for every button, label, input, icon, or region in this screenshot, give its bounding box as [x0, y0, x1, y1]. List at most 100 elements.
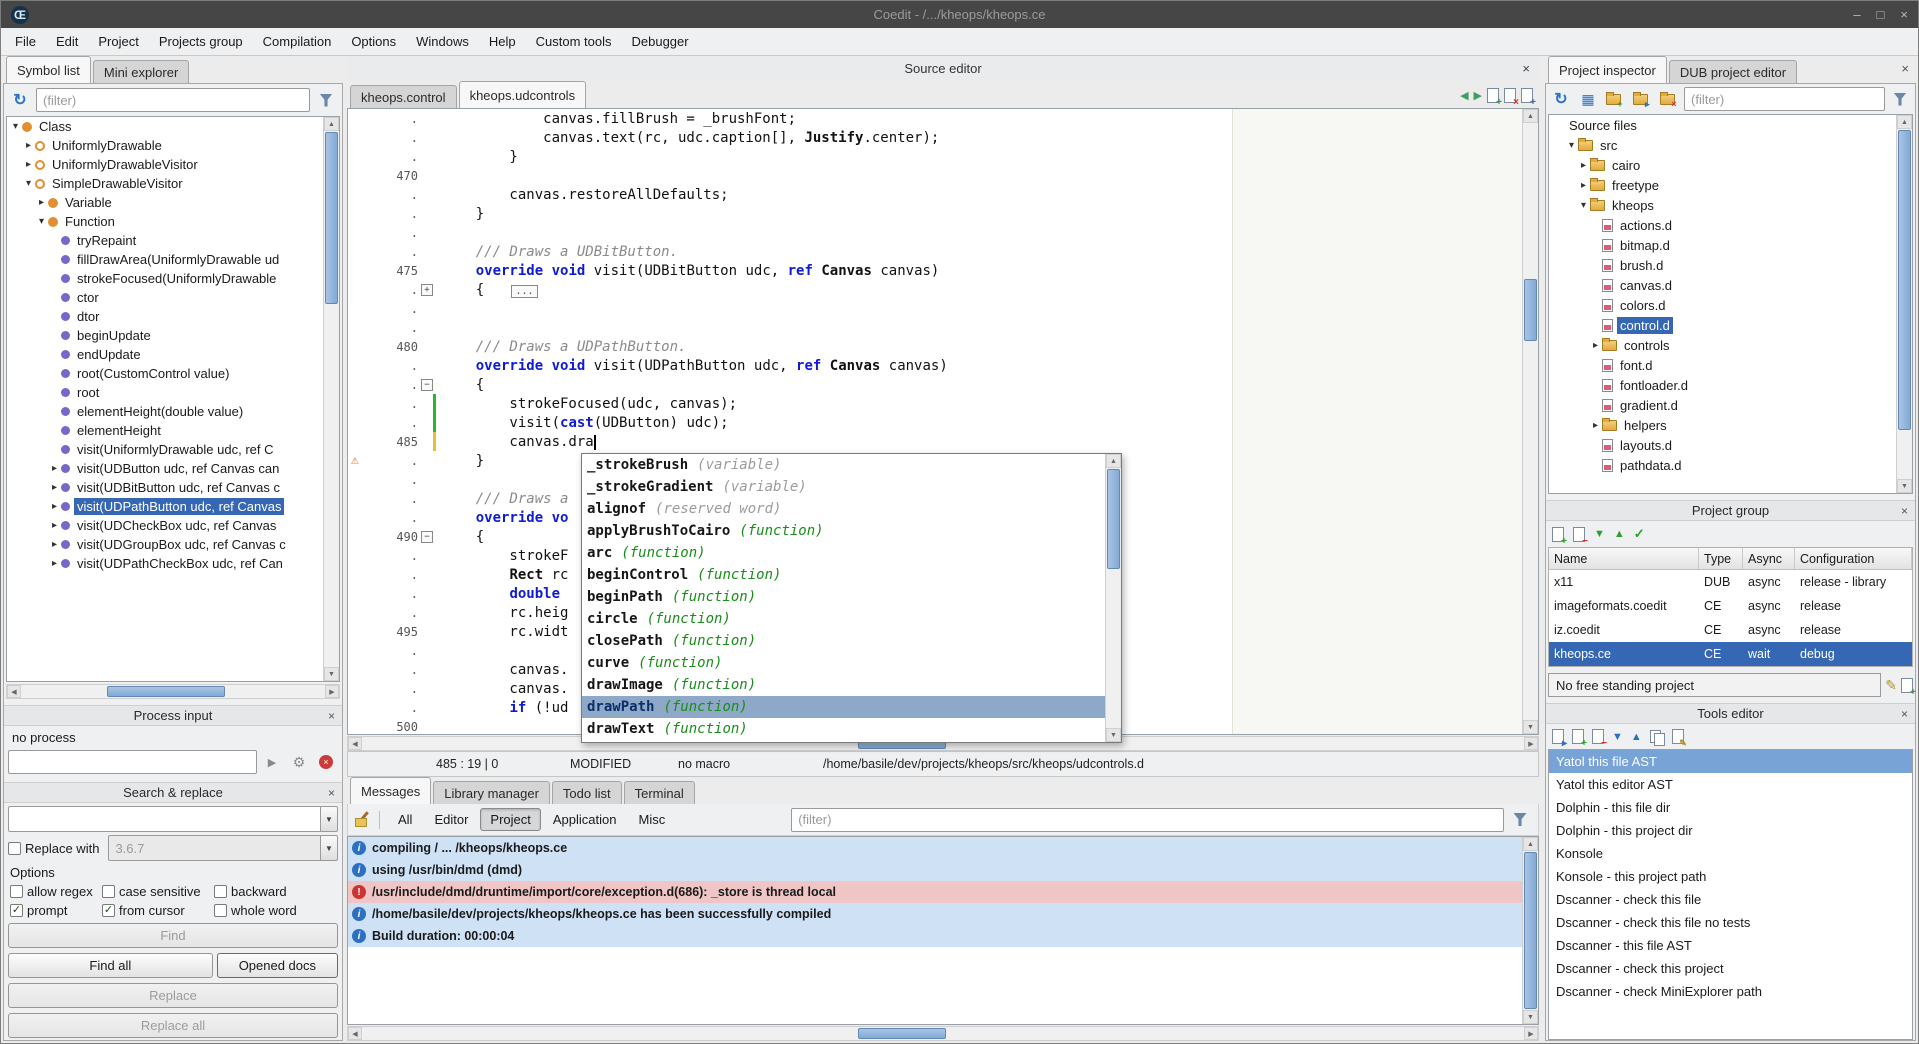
- tab-library-manager[interactable]: Library manager: [433, 781, 550, 804]
- files-filter-input[interactable]: [1684, 87, 1885, 111]
- menu-windows[interactable]: Windows: [406, 28, 479, 55]
- filter-editor[interactable]: Editor: [424, 808, 478, 831]
- gutter[interactable]: .: [348, 660, 436, 679]
- gutter[interactable]: .: [348, 128, 436, 147]
- tree-item-root-customcontrol-value[interactable]: root(CustomControl value): [7, 364, 323, 383]
- gutter[interactable]: .: [348, 413, 436, 432]
- expander-icon[interactable]: ▸: [48, 482, 61, 493]
- gutter[interactable]: .: [348, 109, 436, 128]
- menu-file[interactable]: File: [5, 28, 46, 55]
- inspector-collapse-button[interactable]: ▦: [1576, 87, 1600, 111]
- files-filter-options-button[interactable]: [1888, 87, 1912, 111]
- tool-item-dscanner-check-miniexplorer-path[interactable]: Dscanner - check MiniExplorer path: [1549, 980, 1912, 1003]
- completion-item-arc[interactable]: arc(function): [582, 542, 1105, 564]
- move-project-up-icon[interactable]: ▲: [1614, 528, 1625, 540]
- scrollbar-thumb[interactable]: [1524, 279, 1537, 341]
- code-line[interactable]: 480 /// Draws a UDPathButton.: [348, 337, 1522, 356]
- tree-item-canvas-d[interactable]: canvas.d: [1549, 275, 1896, 295]
- scroll-right-icon[interactable]: ▶: [325, 685, 339, 698]
- menu-edit[interactable]: Edit: [46, 28, 88, 55]
- column-header-configuration[interactable]: Configuration: [1795, 548, 1912, 569]
- tree-item-class[interactable]: ▾Class: [7, 117, 323, 136]
- tab-dub-project-editor[interactable]: DUB project editor: [1669, 60, 1797, 83]
- clone-tool-icon[interactable]: [1650, 730, 1664, 744]
- fold-marker-icon[interactable]: −: [421, 379, 433, 391]
- scroll-down-icon[interactable]: ▼: [324, 667, 339, 681]
- source-editor-close-button[interactable]: ×: [1522, 61, 1530, 76]
- gutter[interactable]: .: [348, 641, 436, 660]
- code-line[interactable]: 485 canvas.dra: [348, 432, 1522, 451]
- add-project-icon[interactable]: +: [1552, 527, 1564, 542]
- gutter[interactable]: .: [348, 242, 436, 261]
- scroll-down-icon[interactable]: ▼: [1897, 479, 1912, 493]
- completion-item-alignof[interactable]: alignof(reserved word): [582, 498, 1105, 520]
- project-row-x11[interactable]: x11DUBasyncrelease - library: [1549, 570, 1912, 594]
- expander-icon[interactable]: ▾: [1565, 140, 1578, 151]
- completion-item-begincontrol[interactable]: beginControl(function): [582, 564, 1105, 586]
- column-header-name[interactable]: Name: [1549, 548, 1699, 569]
- scroll-down-icon[interactable]: ▼: [1523, 720, 1538, 734]
- expander-icon[interactable]: ▸: [22, 140, 35, 151]
- add-tool-icon[interactable]: +: [1572, 729, 1584, 744]
- process-cancel-button[interactable]: ×: [314, 750, 338, 774]
- gutter[interactable]: .: [348, 356, 436, 375]
- search-input[interactable]: [8, 806, 320, 832]
- tree-item-visit-udbutton-udc-ref-canvas-can[interactable]: ▸visit(UDButton udc, ref Canvas can: [7, 459, 323, 478]
- completion-item-drawimage[interactable]: drawImage(function): [582, 674, 1105, 696]
- checkbox-from-cursor[interactable]: ✓from cursor: [102, 903, 214, 918]
- project-inspector-close-button[interactable]: ×: [1901, 61, 1909, 76]
- close-file-icon[interactable]: ×: [1504, 88, 1516, 103]
- filter-misc[interactable]: Misc: [629, 808, 676, 831]
- go-back-icon[interactable]: ◀: [1460, 89, 1468, 102]
- window-close-button[interactable]: ×: [1900, 7, 1908, 22]
- column-header-type[interactable]: Type: [1699, 548, 1743, 569]
- scroll-left-icon[interactable]: ◀: [348, 737, 362, 750]
- scroll-up-icon[interactable]: ▲: [324, 117, 339, 131]
- code-line[interactable]: . }: [348, 147, 1522, 166]
- replace-with-checkbox[interactable]: Replace with: [8, 841, 99, 856]
- code-line[interactable]: . canvas.restoreAllDefaults;: [348, 185, 1522, 204]
- expander-icon[interactable]: ▸: [48, 501, 61, 512]
- tree-item-source-files[interactable]: Source files: [1549, 115, 1896, 135]
- tree-item-brush-d[interactable]: brush.d: [1549, 255, 1896, 275]
- tools-editor-close-button[interactable]: ×: [1901, 707, 1908, 721]
- tree-item-tryrepaint[interactable]: tryRepaint: [7, 231, 323, 250]
- gutter[interactable]: .: [348, 185, 436, 204]
- checkbox-case-sensitive[interactable]: case sensitive: [102, 884, 214, 899]
- code-line[interactable]: . canvas.text(rc, udc.caption[], Justify…: [348, 128, 1522, 147]
- process-input-close-button[interactable]: ×: [328, 709, 335, 723]
- gutter[interactable]: .: [348, 223, 436, 242]
- completion-item-strokebrush[interactable]: _strokeBrush(variable): [582, 454, 1105, 476]
- messages-vscrollbar[interactable]: ▲ ▼: [1522, 837, 1538, 1024]
- replace-button[interactable]: Replace: [8, 983, 338, 1008]
- tree-item-layouts-d[interactable]: layouts.d: [1549, 435, 1896, 455]
- tab-project-inspector[interactable]: Project inspector: [1548, 56, 1667, 83]
- code-line[interactable]: .: [348, 318, 1522, 337]
- tree-item-visit-udcheckbox-udc-ref-canvas[interactable]: ▸visit(UDCheckBox udc, ref Canvas: [7, 516, 323, 535]
- menu-help[interactable]: Help: [479, 28, 526, 55]
- run-tool-icon[interactable]: ▸: [1552, 729, 1564, 744]
- scroll-down-icon[interactable]: ▼: [1106, 728, 1121, 742]
- clear-messages-icon[interactable]: [354, 811, 371, 828]
- gutter[interactable]: .: [348, 679, 436, 698]
- message-row[interactable]: iBuild duration: 00:00:04: [348, 925, 1522, 947]
- expander-icon[interactable]: ▸: [1589, 340, 1602, 351]
- project-group-close-button[interactable]: ×: [1901, 504, 1908, 518]
- expander-icon[interactable]: ▸: [1577, 180, 1590, 191]
- scroll-left-icon[interactable]: ◀: [7, 685, 21, 698]
- code-line[interactable]: . }: [348, 204, 1522, 223]
- tree-item-pathdata-d[interactable]: pathdata.d: [1549, 455, 1896, 475]
- go-forward-icon[interactable]: ▶: [1474, 89, 1482, 102]
- tree-item-simpledrawablevisitor[interactable]: ▾SimpleDrawableVisitor: [7, 174, 323, 193]
- fold-ellipsis[interactable]: ...: [511, 285, 537, 298]
- scroll-right-icon[interactable]: ▶: [1524, 1027, 1538, 1040]
- tool-item-konsole-this-project-path[interactable]: Konsole - this project path: [1549, 865, 1912, 888]
- code-line[interactable]: .: [348, 223, 1522, 242]
- tree-item-variable[interactable]: ▸Variable: [7, 193, 323, 212]
- tree-item-root[interactable]: root: [7, 383, 323, 402]
- checkbox-prompt[interactable]: ✓prompt: [10, 903, 102, 918]
- checkbox-box[interactable]: [10, 885, 23, 898]
- checkbox-backward[interactable]: backward: [214, 884, 336, 899]
- replace-with-dropdown-button[interactable]: ▼: [320, 835, 338, 861]
- tool-item-dscanner-check-this-project[interactable]: Dscanner - check this project: [1549, 957, 1912, 980]
